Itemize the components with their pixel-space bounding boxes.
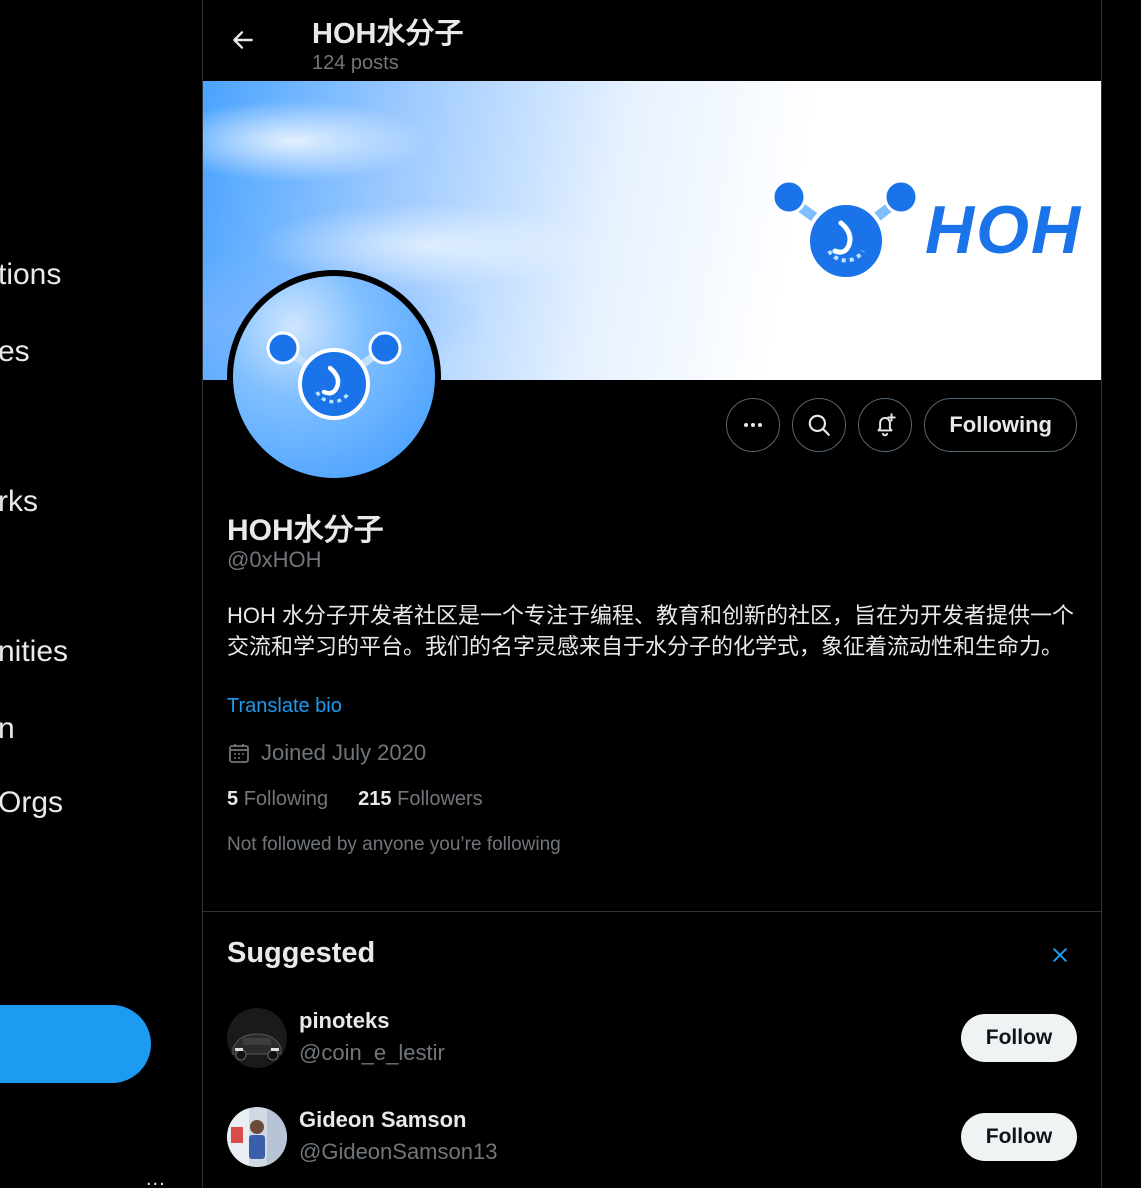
left-nav: tions es rks nities n Orgs t ... <box>0 0 202 1188</box>
suggested-user[interactable]: pinoteks @coin_e_lestir Follow <box>227 1008 1077 1072</box>
header-post-count: 124 posts <box>312 52 399 74</box>
profile-handle: @0xHOH <box>227 547 322 572</box>
suggested-user-avatar[interactable] <box>227 1107 287 1167</box>
follow-stats: 5 Following 215 Followers <box>227 788 483 811</box>
suggested-user[interactable]: Gideon Samson @GideonSamson13 Follow <box>227 1107 1077 1171</box>
nav-item-bookmarks[interactable]: rks <box>0 485 38 519</box>
close-icon <box>1053 948 1067 962</box>
followers-stat[interactable]: 215 Followers <box>358 788 483 811</box>
more-button[interactable] <box>726 398 781 452</box>
joined-date: Joined July 2020 <box>227 740 426 766</box>
car-avatar-image <box>227 1008 287 1068</box>
following-stat[interactable]: 5 Following <box>227 788 328 811</box>
suggested-user-handle: @GideonSamson13 <box>299 1139 498 1164</box>
profile-column: HOH水分子 124 posts HOH Following HOH水分子 @0… <box>202 0 1102 1188</box>
following-stat-label: Following <box>243 788 329 810</box>
followers-count: 215 <box>358 788 392 810</box>
notify-button[interactable] <box>858 398 913 452</box>
dismiss-suggested-button[interactable] <box>1045 940 1075 970</box>
post-button[interactable]: t <box>0 1005 151 1083</box>
suggested-title: Suggested <box>227 937 376 969</box>
header-title: HOH水分子 <box>312 18 464 50</box>
not-followed-note: Not followed by anyone you’re following <box>227 834 561 855</box>
following-button[interactable]: Following <box>924 398 1077 452</box>
profile-header-bar: HOH水分子 124 posts <box>203 0 1101 81</box>
back-button[interactable] <box>225 22 261 58</box>
nav-item-communities[interactable]: nities <box>0 635 68 669</box>
person-avatar-image <box>227 1107 287 1167</box>
search-icon <box>809 414 831 436</box>
bell-plus-icon <box>877 413 897 437</box>
suggested-user-name[interactable]: pinoteks <box>299 1008 389 1034</box>
following-count: 5 <box>227 788 239 810</box>
translate-bio-link[interactable]: Translate bio <box>227 695 342 718</box>
arrow-left-icon <box>233 31 253 49</box>
joined-text: Joined July 2020 <box>261 740 427 765</box>
account-more-icon[interactable]: ... <box>146 1168 166 1188</box>
suggested-user-avatar[interactable] <box>227 1008 287 1068</box>
profile-actions: Following <box>726 398 1077 452</box>
section-divider <box>203 911 1101 912</box>
nav-item-premium[interactable]: n <box>0 712 15 746</box>
suggested-user-name[interactable]: Gideon Samson <box>299 1107 466 1133</box>
hoh-avatar-logo <box>266 331 402 420</box>
banner-logo-text: HOH <box>925 192 1083 268</box>
nav-item-notifications[interactable]: tions <box>0 258 61 292</box>
calendar-icon <box>229 744 249 763</box>
followers-stat-label: Followers <box>397 788 483 810</box>
nav-item-messages[interactable]: es <box>0 335 30 369</box>
profile-name: HOH水分子 <box>227 514 384 547</box>
nav-item-verified-orgs[interactable]: Orgs <box>0 786 63 820</box>
hoh-molecule-logo <box>771 181 919 281</box>
more-dots-icon <box>744 423 763 427</box>
follow-button[interactable]: Follow <box>961 1113 1077 1161</box>
search-profile-button[interactable] <box>792 398 847 452</box>
profile-bio: HOH 水分子开发者社区是一个专注于编程、教育和创新的社区，旨在为开发者提供一个… <box>227 603 1075 659</box>
suggested-user-handle: @coin_e_lestir <box>299 1040 445 1065</box>
profile-avatar[interactable] <box>227 270 441 484</box>
follow-button[interactable]: Follow <box>961 1014 1077 1062</box>
